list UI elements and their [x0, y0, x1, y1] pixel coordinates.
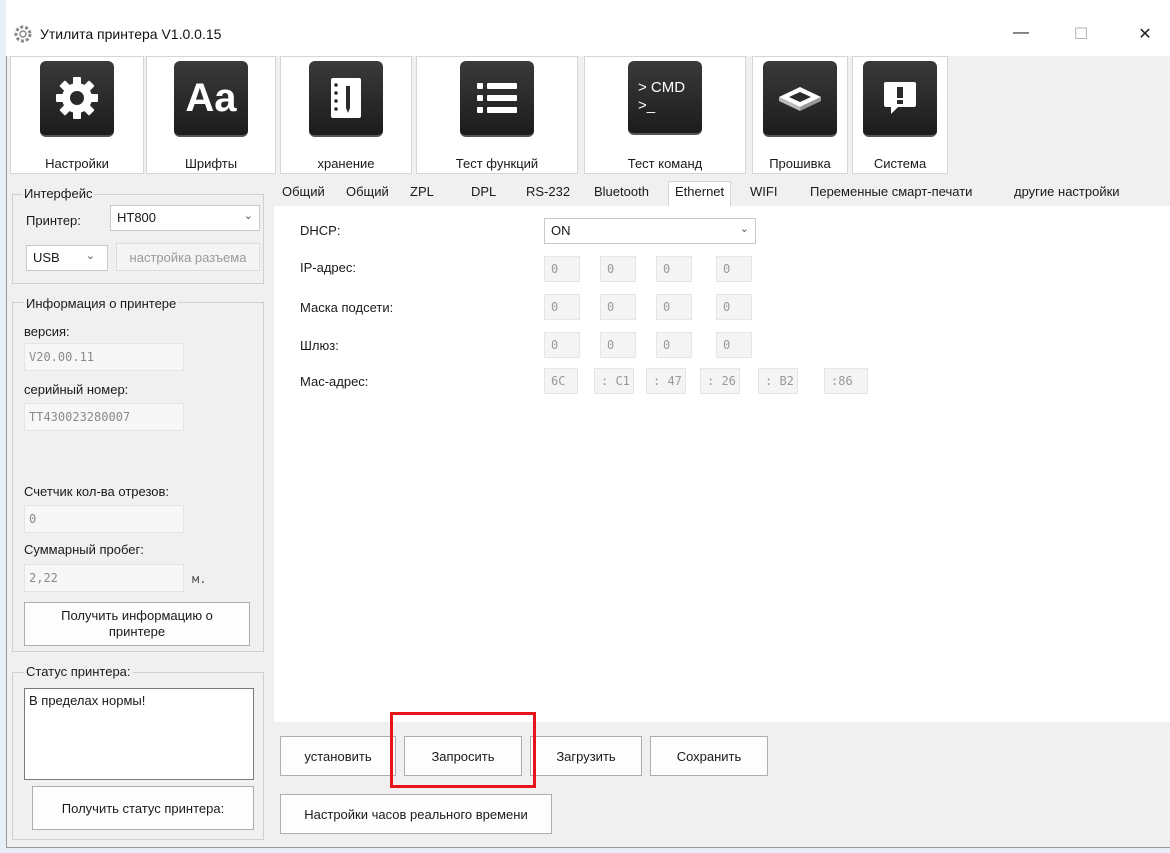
- toolbar-firmware-button[interactable]: Прошивка: [752, 56, 848, 174]
- list-icon: [460, 61, 534, 137]
- mac-label: Мас-адрес:: [300, 374, 369, 389]
- mac-part-5[interactable]: : B2: [758, 368, 798, 394]
- port-settings-button[interactable]: настройка разъема: [116, 243, 260, 271]
- mileage-label: Суммарный пробег:: [24, 542, 144, 557]
- tab-general-2[interactable]: Общий: [346, 184, 389, 204]
- toolbar-firmware-label: Прошивка: [769, 156, 831, 171]
- fonts-icon: Aa: [174, 61, 248, 137]
- gateway-octet-1[interactable]: 0: [544, 332, 580, 358]
- status-textarea[interactable]: В пределах нормы!: [24, 688, 254, 780]
- ip-octet-2[interactable]: 0: [600, 256, 636, 282]
- desktop-edge-bottom: [0, 848, 1170, 853]
- mileage-unit: м.: [192, 572, 207, 586]
- printer-status-title: Статус принтера:: [24, 664, 133, 679]
- serial-field[interactable]: TT430023280007: [24, 403, 184, 431]
- serial-label: серийный номер:: [24, 382, 129, 397]
- set-button[interactable]: установить: [280, 736, 396, 776]
- gateway-label: Шлюз:: [300, 338, 339, 353]
- dhcp-select[interactable]: ON ⌄: [544, 218, 756, 244]
- alert-message-icon: [863, 61, 937, 137]
- cut-counter-field[interactable]: 0: [24, 505, 184, 533]
- chevron-down-icon: ⌄: [85, 250, 95, 262]
- toolbar-settings-button[interactable]: Настройки: [10, 56, 144, 174]
- ethernet-tab-panel: [274, 206, 1170, 722]
- ip-octet-3[interactable]: 0: [656, 256, 692, 282]
- mac-part-2[interactable]: : C1: [594, 368, 634, 394]
- toolbar-fonts-label: Шрифты: [184, 156, 238, 171]
- version-label: версия:: [24, 324, 70, 339]
- printer-label: Принтер:: [26, 213, 81, 228]
- window-title: Утилита принтера V1.0.0.15: [40, 26, 222, 42]
- toolbar-function-test-label: Тест функций: [455, 156, 539, 171]
- version-field[interactable]: V20.00.11: [24, 343, 184, 371]
- toolbar-fonts-button[interactable]: Aa Шрифты: [146, 56, 276, 174]
- get-printer-info-button[interactable]: Получить информацию о принтере: [24, 602, 250, 646]
- maximize-button[interactable]: ☐: [1066, 24, 1096, 44]
- gateway-octet-3[interactable]: 0: [656, 332, 692, 358]
- mask-octet-1[interactable]: 0: [544, 294, 580, 320]
- toolbar-settings-label: Настройки: [45, 156, 109, 171]
- gateway-octet-2[interactable]: 0: [600, 332, 636, 358]
- tab-general-1[interactable]: Общий: [282, 184, 325, 204]
- tab-bluetooth[interactable]: Bluetooth: [594, 184, 649, 204]
- printer-info-title: Информация о принтере: [24, 296, 179, 311]
- mask-label: Маска подсети:: [300, 300, 394, 315]
- toolbar-storage-label: хранение: [317, 156, 375, 171]
- tab-rs232[interactable]: RS-232: [526, 184, 570, 204]
- gateway-octet-4[interactable]: 0: [716, 332, 752, 358]
- terminal-icon: > CMD >_: [628, 61, 702, 135]
- toolbar-system-button[interactable]: Система: [852, 56, 948, 174]
- mask-octet-2[interactable]: 0: [600, 294, 636, 320]
- mac-part-4[interactable]: : 26: [700, 368, 740, 394]
- mask-octet-3[interactable]: 0: [656, 294, 692, 320]
- mac-part-3[interactable]: : 47: [646, 368, 686, 394]
- save-button[interactable]: Сохранить: [650, 736, 768, 776]
- ip-label: IP-адрес:: [300, 260, 356, 275]
- chevron-down-icon: ⌄: [739, 223, 749, 235]
- rtc-settings-button[interactable]: Настройки часов реального времени: [280, 794, 552, 834]
- load-button[interactable]: Загрузить: [530, 736, 642, 776]
- toolbar-command-test-label: Тест команд: [627, 156, 703, 171]
- toolbar-command-test-button[interactable]: > CMD >_ Тест команд: [584, 56, 746, 174]
- tab-smart-print-vars[interactable]: Переменные смарт-печати: [810, 184, 972, 204]
- mileage-field[interactable]: 2,22: [24, 564, 184, 592]
- chip-icon: [763, 61, 837, 137]
- notebook-icon: [309, 61, 383, 137]
- toolbar-system-label: Система: [873, 156, 927, 171]
- query-button-highlight: [390, 712, 536, 788]
- tab-ethernet[interactable]: Ethernet: [668, 181, 732, 206]
- toolbar-function-test-button[interactable]: Тест функций: [416, 56, 578, 174]
- tab-dpl[interactable]: DPL: [471, 184, 496, 204]
- toolbar-storage-button[interactable]: хранение: [280, 56, 412, 174]
- tab-other-settings[interactable]: другие настройки: [1014, 184, 1120, 204]
- mask-octet-4[interactable]: 0: [716, 294, 752, 320]
- cut-counter-label: Счетчик кол-ва отрезов:: [24, 484, 170, 499]
- minimize-button[interactable]: —: [1006, 24, 1036, 42]
- app-gear-icon: [14, 25, 32, 43]
- gear-icon: [40, 61, 114, 137]
- mac-part-1[interactable]: 6C: [544, 368, 578, 394]
- mac-part-6[interactable]: :86: [824, 368, 868, 394]
- printer-select[interactable]: HT800 ⌄: [110, 205, 260, 231]
- ip-octet-1[interactable]: 0: [544, 256, 580, 282]
- dhcp-label: DHCP:: [300, 223, 341, 238]
- chevron-down-icon: ⌄: [243, 210, 253, 222]
- get-status-button[interactable]: Получить статус принтера:: [32, 786, 254, 830]
- tab-zpl[interactable]: ZPL: [410, 184, 434, 204]
- tab-wifi[interactable]: WIFI: [750, 184, 777, 204]
- port-select[interactable]: USB ⌄: [26, 245, 108, 271]
- interface-title: Интерфейс: [22, 186, 95, 201]
- close-button[interactable]: ✕: [1130, 24, 1160, 44]
- ip-octet-4[interactable]: 0: [716, 256, 752, 282]
